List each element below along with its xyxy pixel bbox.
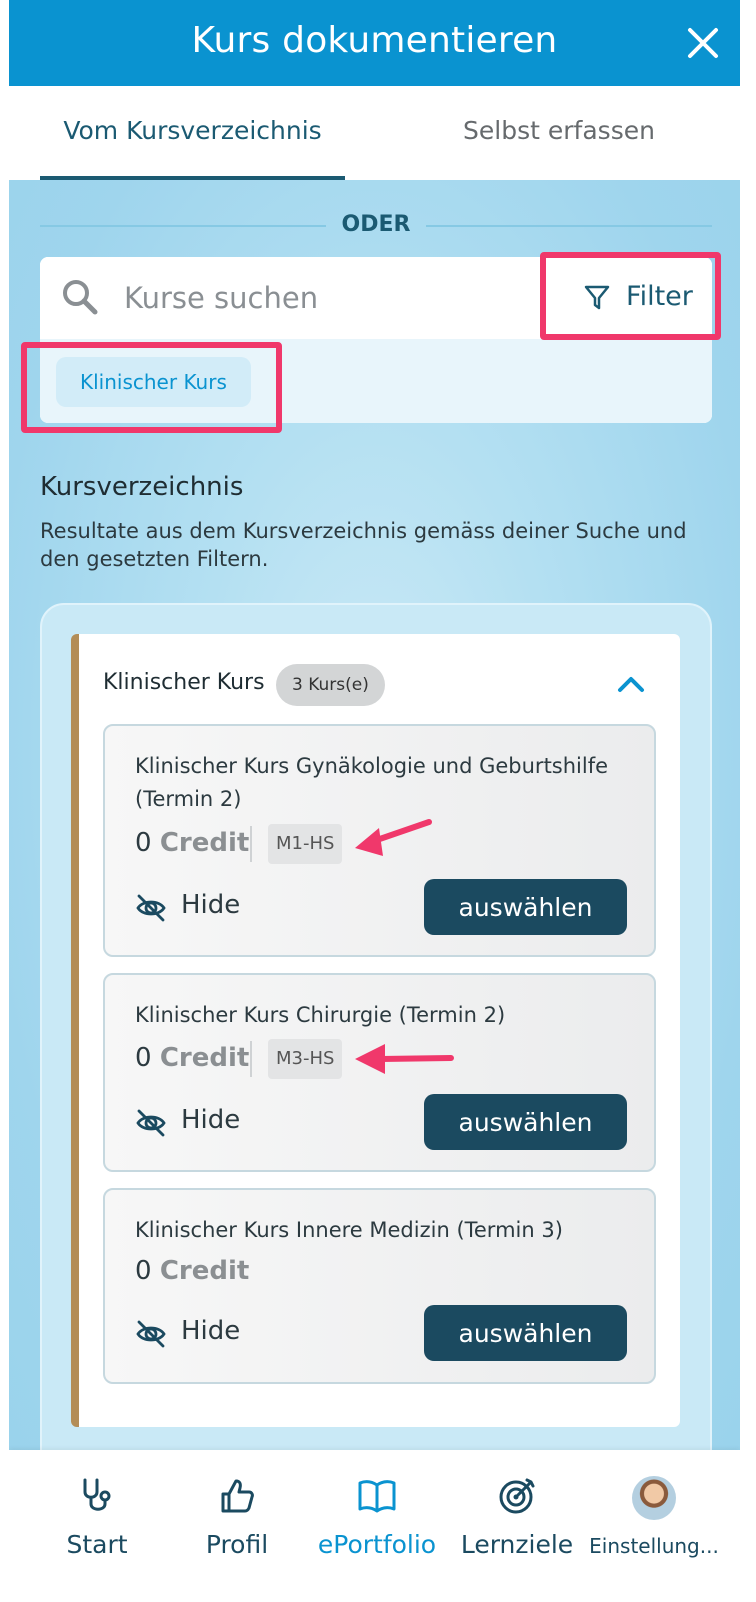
annotation-arrow-m3 [355, 1044, 454, 1074]
filter-button[interactable]: Filter [552, 257, 712, 339]
hide-label: Hide [181, 1316, 241, 1346]
course-title: Klinischer Kurs Innere Medizin (Termin 3… [135, 1218, 563, 1242]
nav-item-lernziele[interactable]: Lernziele [447, 1450, 587, 1602]
credit-value: 0 [135, 1043, 152, 1073]
credit-separator [250, 1041, 252, 1077]
open-book-icon [358, 1480, 396, 1513]
hide-label: Hide [181, 890, 241, 920]
nav-label-start: Start [66, 1530, 128, 1559]
bottom-nav: Start Profil ePortfolio Lernziele Einste… [9, 1450, 740, 1602]
stethoscope-icon [83, 1478, 111, 1511]
nav-label-eportfolio: ePortfolio [317, 1530, 437, 1559]
active-filters-row: Klinischer Kurs [40, 339, 712, 423]
tab-selbst-erfassen[interactable]: Selbst erfassen [404, 86, 714, 180]
credit-separator [250, 826, 252, 862]
section-title: Kursverzeichnis [40, 472, 244, 502]
filter-icon [584, 285, 610, 310]
divider-label: ODER [341, 212, 411, 237]
target-icon [499, 1478, 535, 1514]
course-card: Klinischer Kurs Innere Medizin (Termin 3… [103, 1188, 656, 1384]
filter-chip-klinischer-kurs[interactable]: Klinischer Kurs [56, 357, 251, 407]
search-input[interactable] [124, 271, 524, 325]
section-description: Resultate aus dem Kursverzeichnis gemäss… [40, 519, 687, 571]
course-credit: 0 Credit [135, 1256, 249, 1286]
divider-line-left [40, 225, 326, 227]
credit-label: Credit [159, 1043, 250, 1073]
group-title: Klinischer Kurs [103, 670, 265, 695]
course-code-badge: M1-HS [268, 824, 343, 864]
hide-label: Hide [181, 1105, 241, 1135]
main-content: ODER Filter Klinischer Kurs [9, 180, 740, 1450]
nav-label-profil: Profil [205, 1530, 269, 1559]
thumbs-up-icon [221, 1479, 254, 1513]
nav-item-eportfolio[interactable]: ePortfolio [307, 1450, 447, 1602]
tab-vom-kursverzeichnis[interactable]: Vom Kursverzeichnis [40, 86, 345, 180]
credit-value: 0 [135, 1256, 152, 1286]
tab-bar: Vom Kursverzeichnis Selbst erfassen [9, 86, 740, 180]
course-credit: 0 Credit [135, 828, 249, 858]
search-icon [63, 280, 98, 315]
nav-item-profil[interactable]: Profil [167, 1450, 307, 1602]
select-course-button[interactable]: auswählen [424, 1094, 627, 1150]
chevron-up-icon[interactable] [615, 672, 647, 696]
search-row: Filter [40, 257, 712, 339]
close-icon[interactable] [686, 26, 720, 60]
eye-off-icon [136, 894, 166, 922]
eye-off-icon [136, 1320, 166, 1348]
nav-label-lernziele: Lernziele [460, 1530, 574, 1559]
header-bar: Kurs dokumentieren [9, 0, 740, 86]
avatar [632, 1476, 676, 1520]
course-title: Klinischer Kurs Gynäkologie und Geburtsh… [135, 754, 609, 811]
credit-value: 0 [135, 828, 152, 858]
annotation-arrow-m1 [355, 819, 432, 856]
course-code-badge: M3-HS [268, 1039, 343, 1079]
course-count-badge: 3 Kurs(e) [276, 664, 385, 706]
credit-label: Credit [159, 1256, 250, 1286]
select-course-button[interactable]: auswählen [424, 879, 627, 935]
nav-item-start[interactable]: Start [27, 1450, 167, 1602]
eye-off-icon [136, 1109, 166, 1137]
course-title: Klinischer Kurs Chirurgie (Termin 2) [135, 1003, 506, 1027]
course-credit: 0 Credit [135, 1043, 249, 1073]
divider-line-right [426, 225, 712, 227]
app-window: Kurs dokumentieren Vom Kursverzeichnis S… [9, 0, 740, 1602]
course-group: Klinischer Kurs 3 Kurs(e) Klinischer Kur… [71, 634, 680, 1427]
search-panel: Filter Klinischer Kurs [40, 257, 712, 423]
nav-item-einstellungen[interactable]: Einstellung... [584, 1450, 724, 1602]
select-course-button[interactable]: auswählen [424, 1305, 627, 1361]
filter-label: Filter [626, 281, 693, 312]
nav-label-einstellungen: Einstellung... [589, 1534, 719, 1558]
page-title: Kurs dokumentieren [191, 20, 558, 61]
credit-label: Credit [159, 828, 250, 858]
